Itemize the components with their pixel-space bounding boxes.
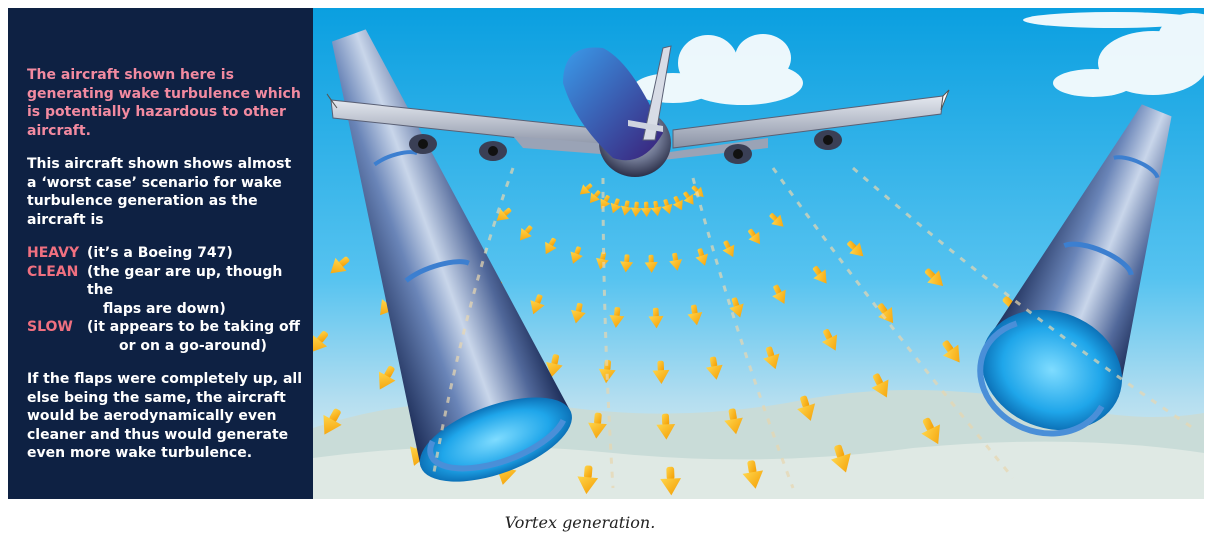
figure-caption: Vortex generation. bbox=[504, 513, 656, 532]
vortex-illustration bbox=[313, 8, 1204, 499]
condition-desc: (it appears to be taking off or on a go-a… bbox=[87, 319, 300, 354]
condition-desc: (the gear are up, though the flaps are do… bbox=[87, 263, 283, 317]
vortex-svg bbox=[313, 8, 1204, 499]
condition-desc: (it’s a Boeing 747) bbox=[87, 245, 233, 261]
condition-heavy: HEAVY (it’s a Boeing 747) bbox=[27, 244, 303, 263]
conditions-list: HEAVY (it’s a Boeing 747) CLEAN (the gea… bbox=[27, 244, 303, 355]
intro-text: The aircraft shown here is generating wa… bbox=[27, 67, 301, 139]
condition-keyword: HEAVY bbox=[27, 245, 80, 261]
condition-keyword: CLEAN bbox=[27, 263, 79, 280]
condition-keyword: SLOW bbox=[27, 319, 73, 335]
condition-clean: CLEAN (the gear are up, though the flaps … bbox=[27, 263, 303, 319]
condition-slow: SLOW (it appears to be taking off or on a… bbox=[27, 318, 303, 355]
flaps-text: If the flaps were completely up, all els… bbox=[27, 371, 302, 461]
scenario-text: This aircraft shown shows almost a ‘wors… bbox=[27, 156, 292, 228]
text-panel: The aircraft shown here is generating wa… bbox=[8, 8, 313, 499]
